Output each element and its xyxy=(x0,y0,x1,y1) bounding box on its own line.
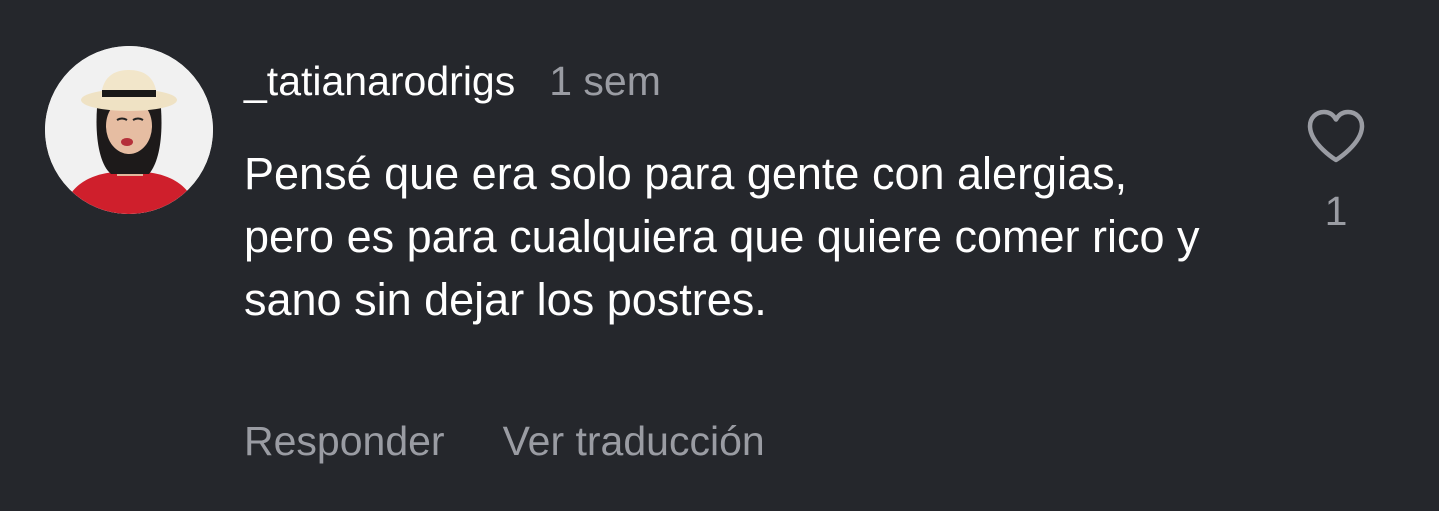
comment-text: Pensé que era solo para gente con alergi… xyxy=(244,148,1200,325)
username-link[interactable]: _tatianarodrigs xyxy=(244,58,515,105)
reply-button[interactable]: Responder xyxy=(244,418,445,465)
comment-actions: Responder Ver traducción xyxy=(244,418,765,465)
like-count: 1 xyxy=(1324,188,1348,234)
avatar-image xyxy=(45,46,213,214)
heart-outline-icon[interactable] xyxy=(1305,108,1367,166)
see-translation-button[interactable]: Ver traducción xyxy=(503,418,765,465)
comment-header: _tatianarodrigs 1 sem xyxy=(244,58,661,108)
avatar[interactable] xyxy=(45,46,213,214)
like-control: 1 xyxy=(1300,108,1372,235)
comment-item: _tatianarodrigs 1 sem Pensé que era solo… xyxy=(0,0,1439,511)
timestamp: 1 sem xyxy=(549,58,661,104)
